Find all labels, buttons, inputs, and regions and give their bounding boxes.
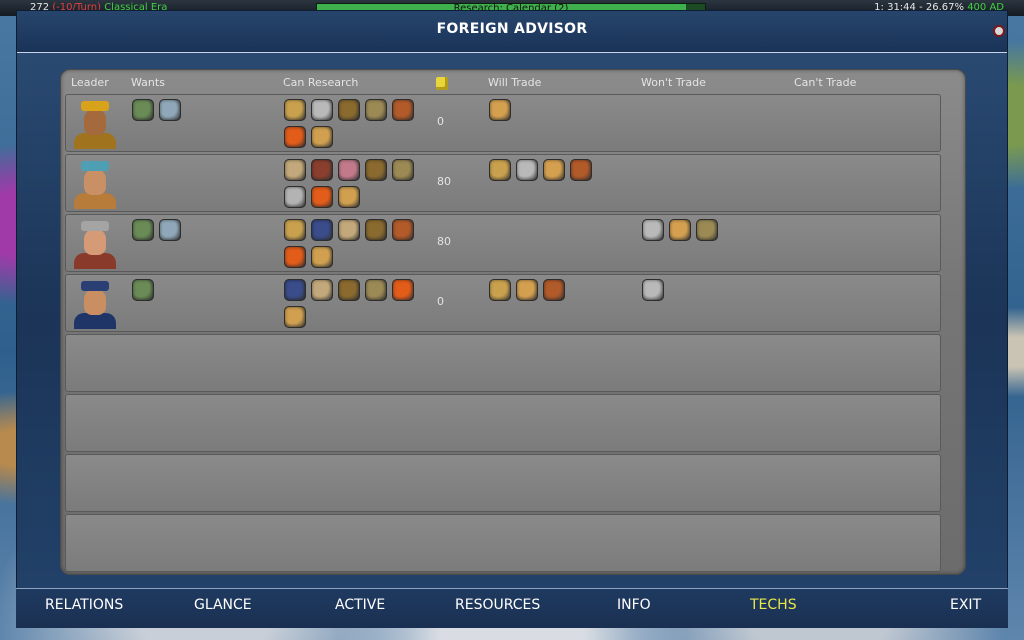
want-tech-icon[interactable] <box>159 219 181 241</box>
leader-headdress <box>81 281 109 291</box>
want-tech-icon[interactable] <box>132 219 154 241</box>
tab-techs[interactable]: TECHS <box>750 597 797 613</box>
research-tech-icon[interactable] <box>392 279 414 301</box>
research-tech-icon[interactable] <box>311 126 333 148</box>
research-tech-icon[interactable] <box>338 159 360 181</box>
leader-body <box>74 253 116 269</box>
foreign-advisor-window: FOREIGN ADVISOR Leader Wants Can Researc… <box>16 10 1008 628</box>
window-title: FOREIGN ADVISOR <box>436 21 588 37</box>
will-trade-tech-icon[interactable] <box>489 279 511 301</box>
tab-exit[interactable]: EXIT <box>950 597 981 613</box>
gold-value: 80 <box>437 175 451 188</box>
research-tech-icon[interactable] <box>311 99 333 121</box>
leader-headdress <box>81 221 109 231</box>
research-tech-icon[interactable] <box>392 159 414 181</box>
col-header-leader: Leader <box>71 76 109 89</box>
wont-trade-tech-icon[interactable] <box>642 219 664 241</box>
will-trade-tech-icon[interactable] <box>543 159 565 181</box>
advisor-panel: Leader Wants Can Research Will Trade Won… <box>60 69 966 575</box>
leader-face <box>84 109 106 135</box>
leader-row: 0 <box>65 274 941 332</box>
gold-value: 0 <box>437 115 444 128</box>
leader-portrait[interactable] <box>70 97 120 149</box>
advisor-tabs: RELATIONS GLANCE ACTIVE RESOURCES INFO T… <box>16 588 1008 628</box>
research-tech-icon[interactable] <box>338 279 360 301</box>
leader-row: 80 <box>65 154 941 212</box>
want-tech-icon[interactable] <box>159 99 181 121</box>
will-trade-tech-icon[interactable] <box>516 159 538 181</box>
leader-body <box>74 313 116 329</box>
research-tech-icon[interactable] <box>311 186 333 208</box>
research-tech-icon[interactable] <box>392 219 414 241</box>
research-tech-icon[interactable] <box>284 99 306 121</box>
research-tech-icon[interactable] <box>284 306 306 328</box>
leader-face <box>84 169 106 195</box>
gold-icon <box>436 77 448 90</box>
leader-portrait[interactable] <box>70 157 120 209</box>
col-header-will-trade: Will Trade <box>488 76 542 89</box>
wont-trade-tech-icon[interactable] <box>696 219 718 241</box>
leader-headdress <box>81 101 109 111</box>
close-icon[interactable] <box>993 25 1005 37</box>
tab-active[interactable]: ACTIVE <box>335 597 385 613</box>
gold-value: 0 <box>437 295 444 308</box>
research-tech-icon[interactable] <box>311 246 333 268</box>
leader-row: 0 <box>65 94 941 152</box>
research-tech-icon[interactable] <box>338 186 360 208</box>
tab-resources[interactable]: RESOURCES <box>455 597 540 613</box>
wont-trade-tech-icon[interactable] <box>669 219 691 241</box>
leader-face <box>84 289 106 315</box>
leader-row <box>65 394 941 452</box>
research-tech-icon[interactable] <box>284 126 306 148</box>
tab-glance[interactable]: GLANCE <box>194 597 252 613</box>
research-tech-icon[interactable] <box>311 219 333 241</box>
research-tech-icon[interactable] <box>284 219 306 241</box>
research-tech-icon[interactable] <box>338 219 360 241</box>
leader-face <box>84 229 106 255</box>
research-tech-icon[interactable] <box>365 279 387 301</box>
tab-info[interactable]: INFO <box>617 597 651 613</box>
will-trade-tech-icon[interactable] <box>489 99 511 121</box>
will-trade-tech-icon[interactable] <box>489 159 511 181</box>
research-tech-icon[interactable] <box>338 99 360 121</box>
leader-body <box>74 133 116 149</box>
leader-portrait[interactable] <box>70 277 120 329</box>
research-tech-icon[interactable] <box>365 99 387 121</box>
col-header-cant-trade: Can't Trade <box>794 76 857 89</box>
leader-portrait[interactable] <box>70 217 120 269</box>
wont-trade-tech-icon[interactable] <box>642 279 664 301</box>
research-tech-icon[interactable] <box>284 279 306 301</box>
research-tech-icon[interactable] <box>284 159 306 181</box>
research-tech-icon[interactable] <box>365 159 387 181</box>
will-trade-tech-icon[interactable] <box>516 279 538 301</box>
tab-relations[interactable]: RELATIONS <box>45 597 123 613</box>
leader-row <box>65 514 941 572</box>
title-bar: FOREIGN ADVISOR <box>17 11 1007 53</box>
research-tech-icon[interactable] <box>365 219 387 241</box>
research-tech-icon[interactable] <box>392 99 414 121</box>
leader-row: 80 <box>65 214 941 272</box>
gold-value: 80 <box>437 235 451 248</box>
research-tech-icon[interactable] <box>311 279 333 301</box>
col-header-can-research: Can Research <box>283 76 359 89</box>
research-tech-icon[interactable] <box>311 159 333 181</box>
leader-row <box>65 454 941 512</box>
leader-headdress <box>81 161 109 171</box>
col-header-wont-trade: Won't Trade <box>641 76 706 89</box>
want-tech-icon[interactable] <box>132 279 154 301</box>
col-header-wants: Wants <box>131 76 165 89</box>
research-tech-icon[interactable] <box>284 246 306 268</box>
research-tech-icon[interactable] <box>284 186 306 208</box>
leader-row <box>65 334 941 392</box>
will-trade-tech-icon[interactable] <box>570 159 592 181</box>
want-tech-icon[interactable] <box>132 99 154 121</box>
will-trade-tech-icon[interactable] <box>543 279 565 301</box>
leader-body <box>74 193 116 209</box>
